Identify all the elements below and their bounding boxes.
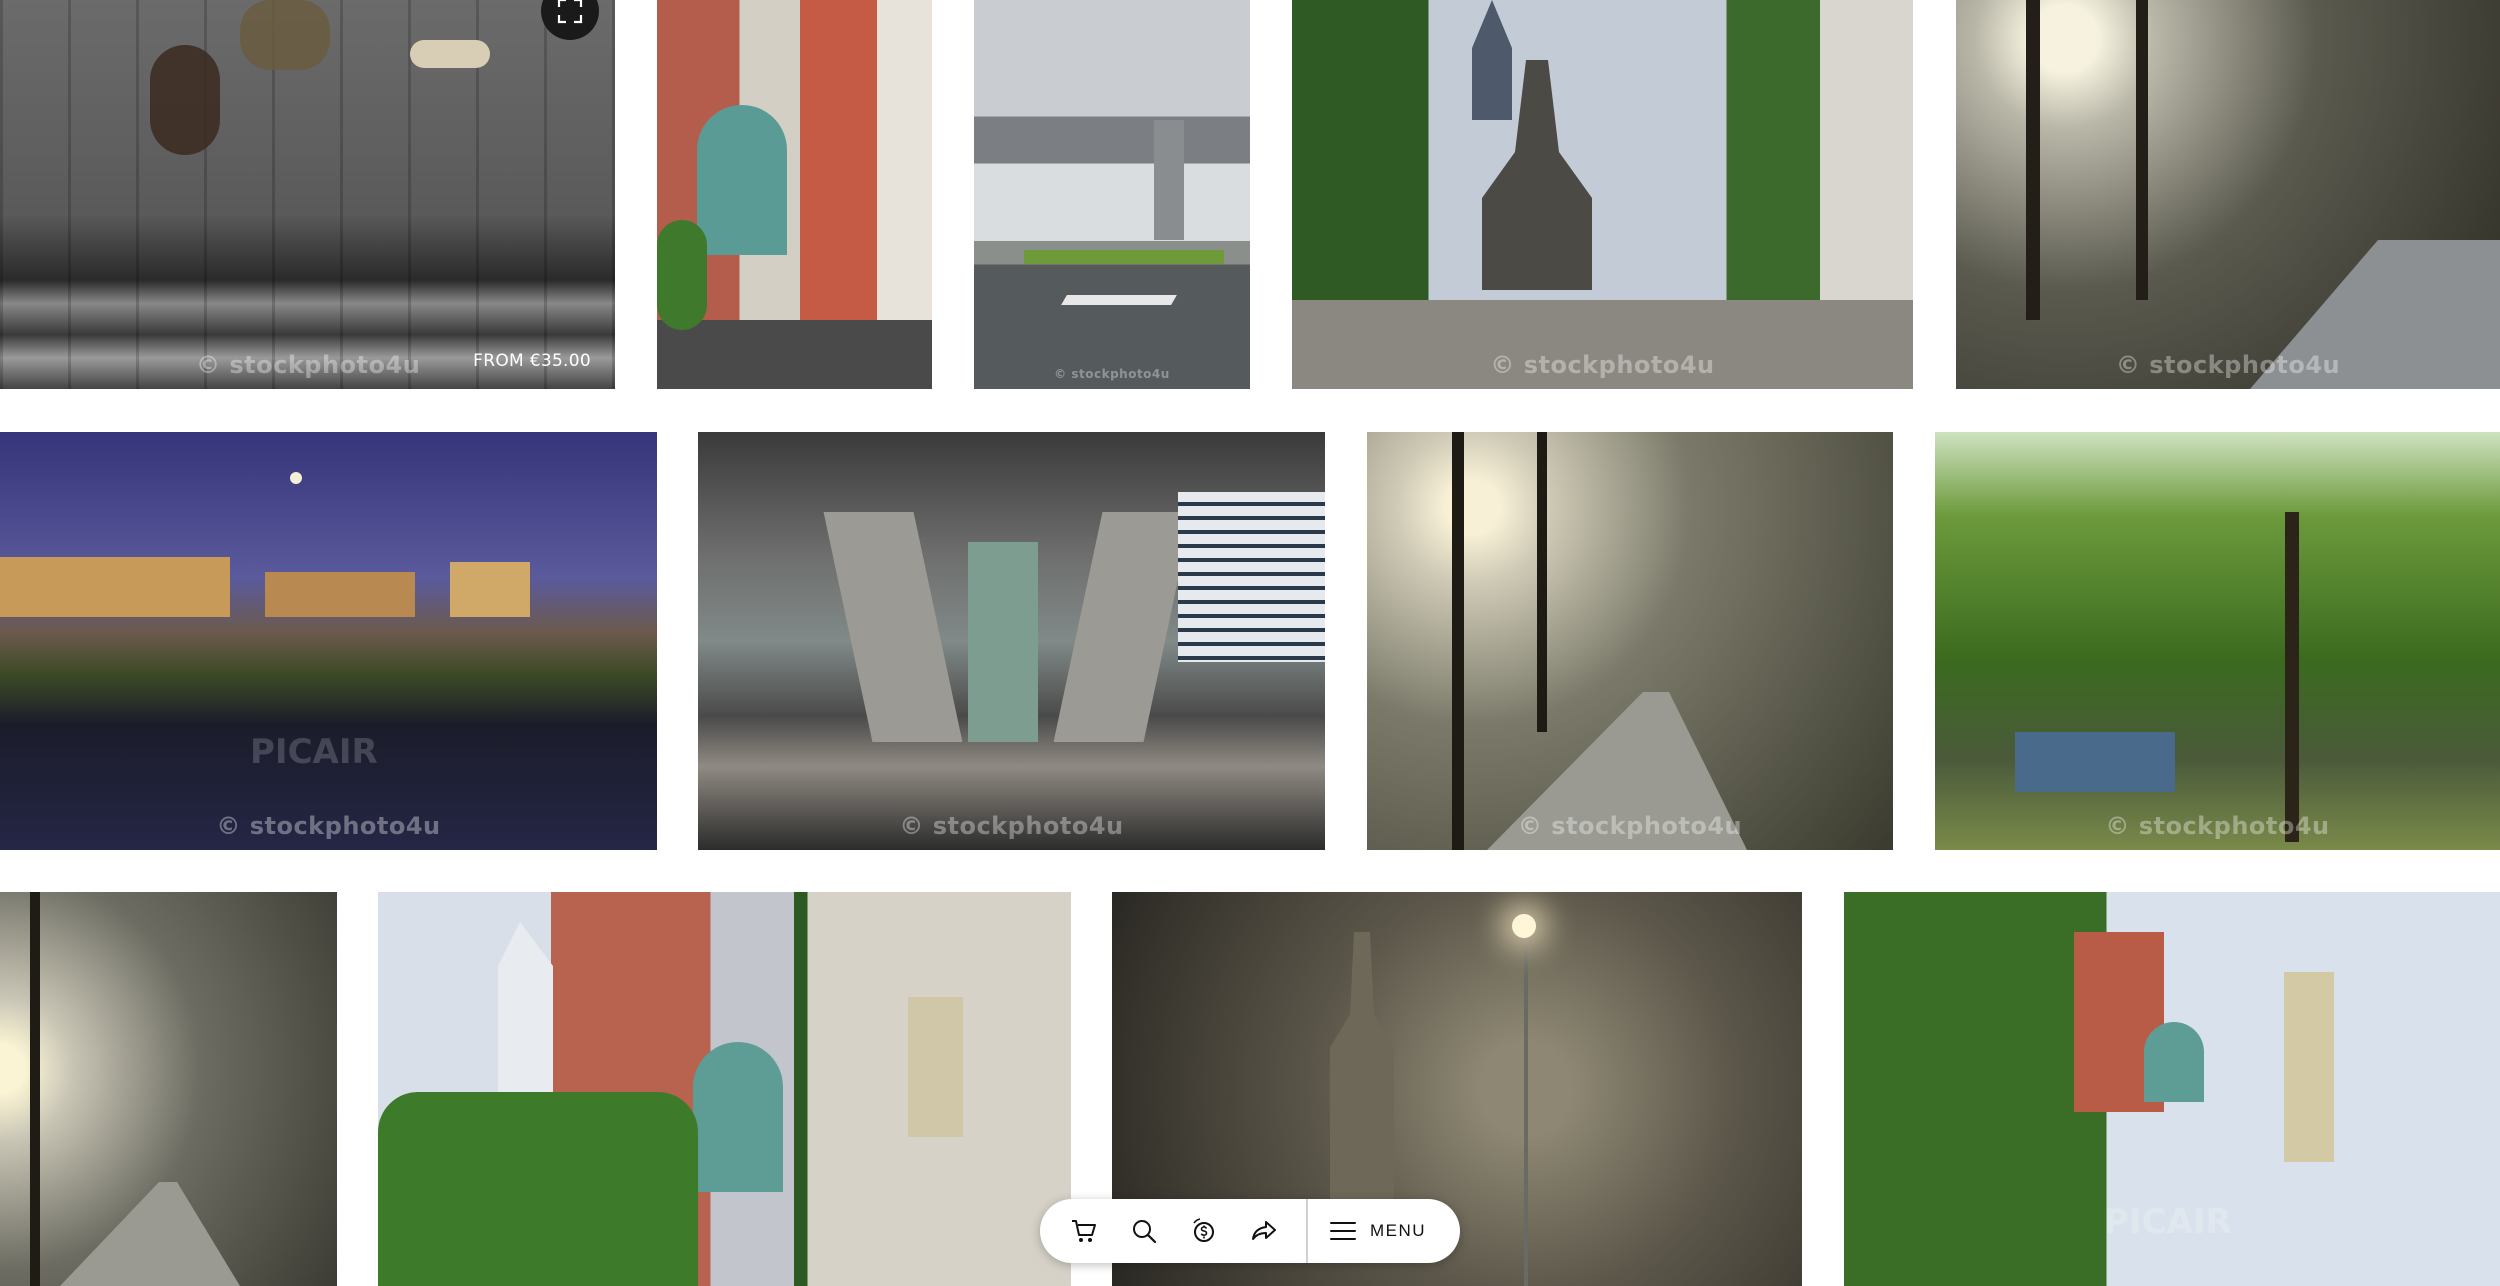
overlay-watermark: PICAIR [2104,1202,2232,1242]
building [0,557,230,617]
menu-button[interactable]: MENU [1320,1221,1436,1241]
path [60,1182,240,1286]
cart-button[interactable] [1054,1203,1114,1259]
office-building [1178,492,1325,662]
pedestrian-figure [240,0,330,70]
watermark: © stockphoto4u [1517,812,1743,840]
menu-icon [1330,1222,1356,1240]
building [450,562,530,617]
photo-tile[interactable]: © stockphoto4u [1367,432,1893,850]
watermark: © stockphoto4u [1490,351,1715,379]
glass-elevator [968,542,1038,742]
photo-tile[interactable] [657,0,932,389]
street-lamp [1512,914,1536,938]
column [823,512,963,742]
photo-tile[interactable]: © stockphoto4u [1956,0,2500,389]
watermark: © stockphoto4u [2115,351,2341,379]
menu-label: MENU [1370,1221,1427,1240]
tree-trunk [1452,432,1464,850]
tower [2284,972,2334,1162]
watermark: © stockphoto4u [899,812,1124,840]
grass-strip [1024,250,1224,264]
building [265,572,415,617]
currency-button[interactable] [1174,1203,1234,1259]
pillar [1154,120,1184,240]
photo-tile[interactable]: © stockphoto4u [698,432,1325,850]
lamp-post [1524,922,1528,1286]
tree-trunk [2026,0,2040,320]
watermark: © stockphoto4u [1054,367,1170,381]
tower [908,997,963,1137]
photo-tile[interactable]: © stockphoto4u [1935,432,2500,850]
toolbar-divider [1306,1199,1308,1263]
search-button[interactable] [1114,1203,1174,1259]
photo-tile[interactable]: PICAIR [1844,892,2500,1286]
photo-tile[interactable]: © stockphoto4u [974,0,1250,389]
dome-building [693,1042,783,1192]
tree-trunk [30,892,40,1286]
floating-toolbar: MENU [1040,1199,1460,1263]
tram-shelter [2015,732,2175,792]
search-icon [1133,1220,1157,1244]
column [1053,512,1193,742]
price-label: FROM €35.00 [473,351,591,371]
dog-figure [410,40,490,68]
share-button[interactable] [1234,1203,1294,1259]
road-marking [1061,295,1177,305]
trees [378,1092,698,1286]
photo-tile[interactable]: PICAIR © stockphoto4u [0,432,657,850]
share-icon [1252,1221,1276,1240]
tree [657,220,707,330]
photo-tile[interactable]: © stockphoto4u FROM €35.00 [0,0,615,389]
street-cars [657,320,932,389]
watermark: © stockphoto4u [216,812,441,840]
tree-trunk [2136,0,2148,300]
tree-trunk [1537,432,1547,732]
church-spire [1472,0,1512,120]
overlay-watermark: PICAIR [250,732,378,772]
photo-tile[interactable]: © stockphoto4u [1292,0,1913,389]
watermark: © stockphoto4u [2105,812,2330,840]
moon [290,472,302,484]
photo-tile[interactable] [378,892,1071,1286]
pedestrian-figure [150,45,220,155]
expand-button[interactable] [541,0,599,40]
expand-icon [557,0,583,24]
dome-building [697,105,787,255]
cart-icon [1072,1220,1096,1242]
tree-trunk [2285,512,2299,842]
photo-tile[interactable] [0,892,337,1286]
currency-icon [1193,1218,1214,1242]
dome-building [2144,1022,2204,1102]
